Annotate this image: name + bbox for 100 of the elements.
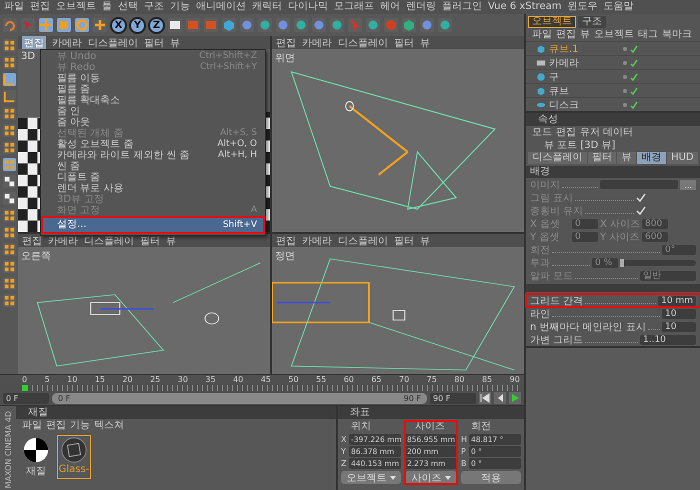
menu-item[interactable]: 구조 [144, 1, 164, 13]
menu-item[interactable]: 편집 [556, 28, 576, 41]
menu-item[interactable]: 윈도우 [567, 1, 598, 13]
grid-icon[interactable] [2, 293, 16, 308]
number-field[interactable]: 10 [662, 322, 696, 332]
viewport-menu-item[interactable]: 뷰 [420, 234, 430, 248]
menu-item[interactable]: 태그 [638, 28, 658, 41]
menu-item[interactable]: 편집 [46, 419, 66, 432]
attribute-tab[interactable]: 필터 [588, 152, 616, 164]
number-field[interactable]: 10 [662, 308, 696, 318]
menu-item[interactable]: 오브젝트 [594, 28, 634, 41]
viewport-menu-item[interactable]: 편집 [276, 234, 296, 248]
step-back-icon[interactable] [494, 392, 506, 404]
menu-item[interactable]: 텍스쳐 [94, 419, 124, 432]
cube-icon[interactable] [221, 17, 237, 33]
viewport-menu-item[interactable]: 카메라 [48, 234, 78, 248]
rotate-icon[interactable] [74, 17, 90, 33]
object-row[interactable]: 구 [526, 69, 700, 83]
frame-range-slider[interactable]: 0 F 90 F [52, 392, 427, 404]
menu-item[interactable]: 필름 이동 [41, 73, 265, 84]
grid-icon[interactable] [2, 38, 16, 53]
menu-item[interactable]: 설정... Shift+V [41, 216, 265, 234]
play-icon[interactable] [509, 392, 521, 404]
menu-item[interactable]: 기능 [70, 419, 90, 432]
material-swatch[interactable]: Glass- [57, 435, 91, 479]
menu-item[interactable]: 기능 [170, 1, 190, 13]
viewport-menu-item[interactable]: 필터 [144, 36, 164, 50]
menu-item[interactable]: 오브젝트 [56, 1, 96, 13]
menu-item[interactable]: 다이나믹 [288, 1, 328, 13]
mode-dropdown[interactable]: 오브젝트 [341, 471, 401, 484]
menu-item[interactable]: 편집 [30, 1, 50, 13]
current-frame-field[interactable]: 0 F [3, 392, 49, 404]
grid-icon[interactable] [2, 157, 16, 172]
menu-item[interactable]: 플러그인 [442, 1, 482, 13]
material-swatch[interactable]: 재질 [19, 435, 53, 479]
object-row[interactable]: 카메라 [526, 55, 700, 69]
menu-item[interactable]: 북마크 [662, 28, 692, 41]
viewport-menu-item[interactable]: 편집 [22, 234, 42, 248]
viewport-menu-item[interactable]: 카메라 [302, 36, 332, 50]
menu-item[interactable]: 모드 [532, 126, 552, 139]
viewport-menu-item[interactable]: 카메라 [302, 234, 332, 248]
menu-item[interactable]: 애니메이션 [196, 1, 246, 13]
attribute-tab[interactable]: HUD [666, 152, 698, 164]
viewport-menu-item[interactable]: 필터 [140, 234, 160, 248]
viewport-menu-item[interactable]: 디스플레이 [88, 36, 138, 50]
grid-icon[interactable] [2, 140, 16, 155]
menu-item[interactable]: 도움말 [603, 1, 634, 13]
menu-item[interactable]: 파일 [4, 1, 24, 13]
attribute-tab[interactable]: 배경 [637, 152, 666, 164]
menu-item[interactable]: 모그래프 [334, 1, 374, 13]
menu-item[interactable]: Vue 6 xStream [488, 1, 562, 13]
viewport-menu-item[interactable]: 필터 [394, 36, 414, 50]
menu-item[interactable]: 파일 [22, 419, 42, 432]
menu-item[interactable]: 렌더 뷰로 사용 [41, 183, 265, 194]
box-icon[interactable] [401, 17, 417, 33]
menu-item[interactable]: 줌 아웃 [41, 117, 265, 128]
menu-item[interactable]: 필름 확대축소 [41, 95, 265, 106]
checker-icon[interactable] [2, 191, 16, 206]
end-frame-field[interactable]: 90 F [430, 392, 476, 404]
menu-item[interactable]: 필름 줌 [41, 84, 265, 95]
menu-item[interactable]: 캐릭터 [252, 1, 282, 13]
viewport-menu-item[interactable]: 디스플레이 [338, 234, 388, 248]
menu-item[interactable]: 툴 [102, 1, 112, 13]
menu-item[interactable]: 뷰 [580, 28, 590, 41]
grid-icon[interactable] [2, 208, 16, 223]
viewport-menu-item[interactable]: 편집 [276, 36, 296, 50]
axis-lock-button[interactable]: Z [148, 16, 165, 34]
grid-icon[interactable] [2, 123, 16, 138]
viewport-menu-item[interactable]: 편집 [22, 36, 46, 50]
panel-tab[interactable]: 구조 [578, 16, 606, 28]
axis-lock-button[interactable]: Y [129, 16, 146, 34]
checker-icon[interactable] [2, 174, 16, 189]
plus-icon[interactable] [92, 17, 108, 33]
menu-item[interactable]: 헤어 [380, 1, 400, 13]
menu-item[interactable]: 줌 인 [41, 106, 265, 117]
menu-item[interactable]: 활성 오브젝트 줌 Alt+O, O [41, 139, 265, 150]
scale-square-icon[interactable] [56, 17, 72, 33]
viewport-menu-item[interactable]: 뷰 [420, 36, 430, 50]
menu-item[interactable]: 파일 [532, 28, 552, 41]
attribute-tab[interactable]: 디스플레이 [528, 152, 587, 164]
menu-item[interactable]: 씬 줌 [41, 161, 265, 172]
object-row[interactable]: 큐브 [526, 83, 700, 97]
menu-item[interactable]: 카메라와 라이트 제외한 씬 줌 Alt+H, H [41, 150, 265, 161]
menu-item[interactable]: 디폴트 줌 [41, 172, 265, 183]
viewport-menu-item[interactable]: 카메라 [52, 36, 82, 50]
dropdown[interactable]: 1..10 [640, 334, 696, 344]
number-field[interactable]: 10 mm [658, 296, 696, 306]
menu-item[interactable]: 렌더링 [406, 1, 436, 13]
object-row[interactable]: 디스크 [526, 97, 700, 111]
go-to-start-icon[interactable] [479, 392, 491, 404]
menu-item[interactable]: 유저 데이터 [580, 126, 634, 139]
apply-button[interactable]: 적용 [461, 471, 521, 484]
viewport-menu-item[interactable]: 뷰 [170, 36, 180, 50]
object-row[interactable]: 큐브.1 [526, 41, 700, 55]
axis-icon[interactable] [2, 89, 16, 104]
move-arrows-icon[interactable] [38, 17, 54, 33]
attribute-tab[interactable]: 뷰 [617, 152, 636, 164]
viewport-menu-item[interactable]: 뷰 [166, 234, 176, 248]
menu-item[interactable]: 선택 [118, 1, 138, 13]
menu-item[interactable]: 편집 [556, 126, 576, 139]
